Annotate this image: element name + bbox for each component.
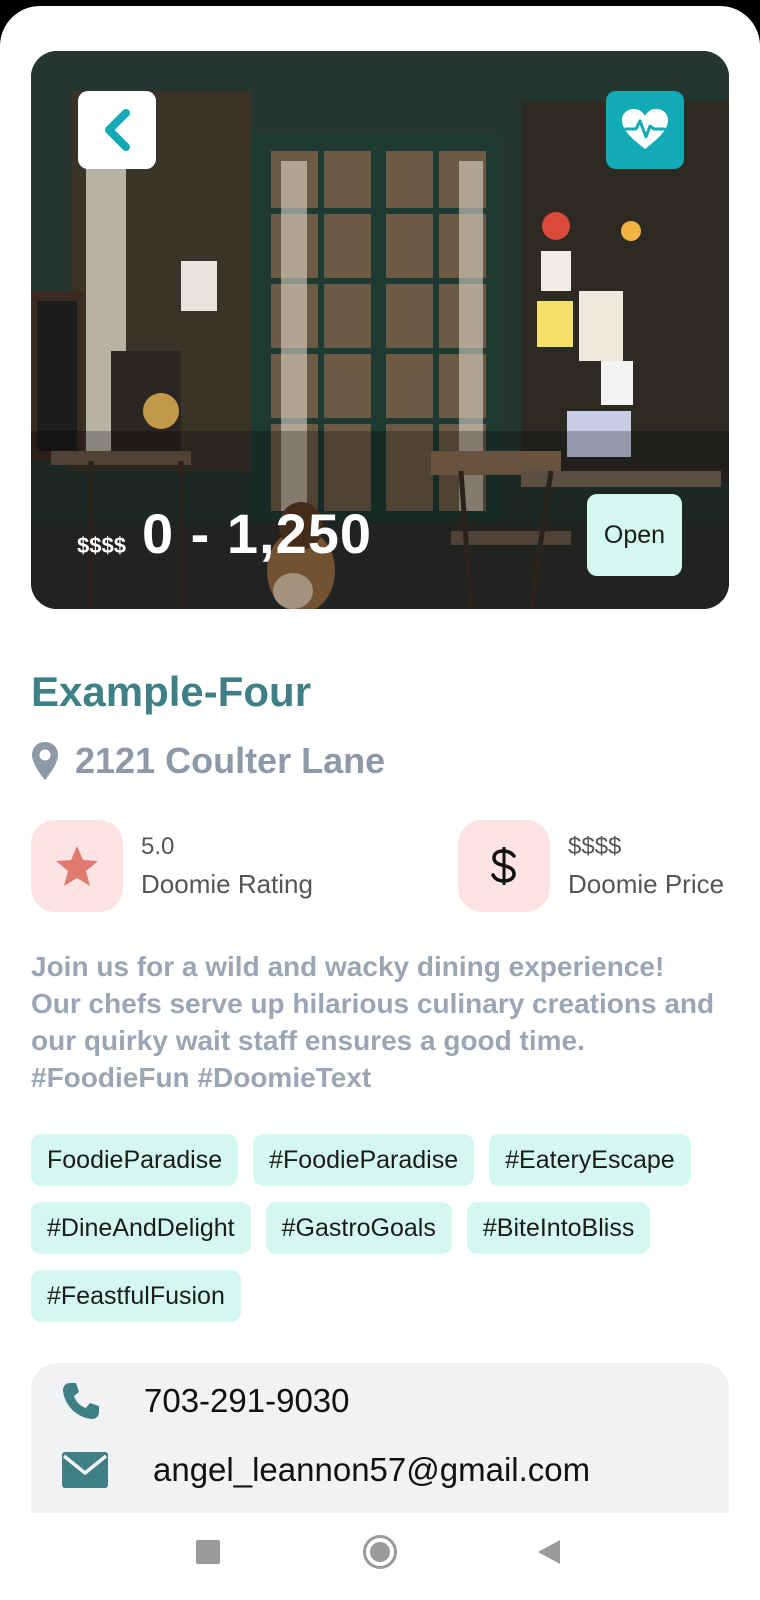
recents-icon[interactable] xyxy=(195,1539,221,1565)
price-label: Doomie Price xyxy=(568,868,725,899)
tag-chip[interactable]: #EateryEscape xyxy=(489,1134,691,1186)
home-icon[interactable] xyxy=(362,1534,398,1570)
rating-value: 5.0 xyxy=(141,832,175,860)
heart-pulse-icon xyxy=(622,109,668,149)
restaurant-address[interactable]: 2121 Coulter Lane xyxy=(31,740,385,782)
price-range: $$$$ 0 - 1,250 xyxy=(77,501,372,566)
price-range-value: 0 - 1,250 xyxy=(141,502,372,565)
address-text: 2121 Coulter Lane xyxy=(75,740,386,781)
hero-image: $$$$ 0 - 1,250 Open xyxy=(31,51,729,609)
status-badge: Open xyxy=(587,494,682,576)
email-row[interactable]: angel_leannon57@gmail.com xyxy=(61,1451,590,1489)
price-tile xyxy=(458,820,550,912)
phone-icon xyxy=(63,1383,99,1419)
tag-chip[interactable]: #FeastfulFusion xyxy=(31,1270,241,1322)
dollar-icon xyxy=(491,847,516,885)
rating-tile xyxy=(31,820,123,912)
restaurant-name: Example-Four xyxy=(31,668,312,715)
app-screen: $$$$ 0 - 1,250 Open Example-Four 2121 Co… xyxy=(0,6,760,1600)
back-button[interactable] xyxy=(78,91,156,169)
system-nav-bar xyxy=(0,1516,760,1600)
contact-card: 703-291-9030 angel_leannon57@gmail.com xyxy=(31,1363,729,1513)
map-pin-icon xyxy=(32,742,58,780)
price-range-symbol: $$$$ xyxy=(77,533,126,558)
back-nav-icon[interactable] xyxy=(536,1538,562,1566)
price-metric: $$$$ Doomie Price xyxy=(458,820,724,912)
star-icon xyxy=(56,846,98,886)
rating-label: Doomie Rating xyxy=(141,868,313,899)
envelope-icon xyxy=(62,1452,108,1488)
tag-chip[interactable]: #DineAndDelight xyxy=(31,1202,251,1254)
tag-chip[interactable]: #GastroGoals xyxy=(265,1202,452,1254)
tag-chip[interactable]: FoodieParadise xyxy=(31,1134,239,1186)
phone-number: 703-291-9030 xyxy=(144,1382,350,1419)
price-value: $$$$ xyxy=(568,832,622,860)
restaurant-description: Join us for a wild and wacky dining expe… xyxy=(31,951,715,1093)
favorite-button[interactable] xyxy=(606,91,684,169)
chevron-left-icon xyxy=(105,109,130,151)
rating-metric: 5.0 Doomie Rating xyxy=(31,820,313,912)
phone-row[interactable]: 703-291-9030 xyxy=(61,1381,350,1421)
email-address: angel_leannon57@gmail.com xyxy=(153,1451,591,1488)
tag-chip[interactable]: #FoodieParadise xyxy=(253,1134,475,1186)
tag-chip[interactable]: #BiteIntoBliss xyxy=(466,1202,651,1254)
tag-list: FoodieParadise #FoodieParadise #EateryEsca… xyxy=(31,1134,731,1322)
